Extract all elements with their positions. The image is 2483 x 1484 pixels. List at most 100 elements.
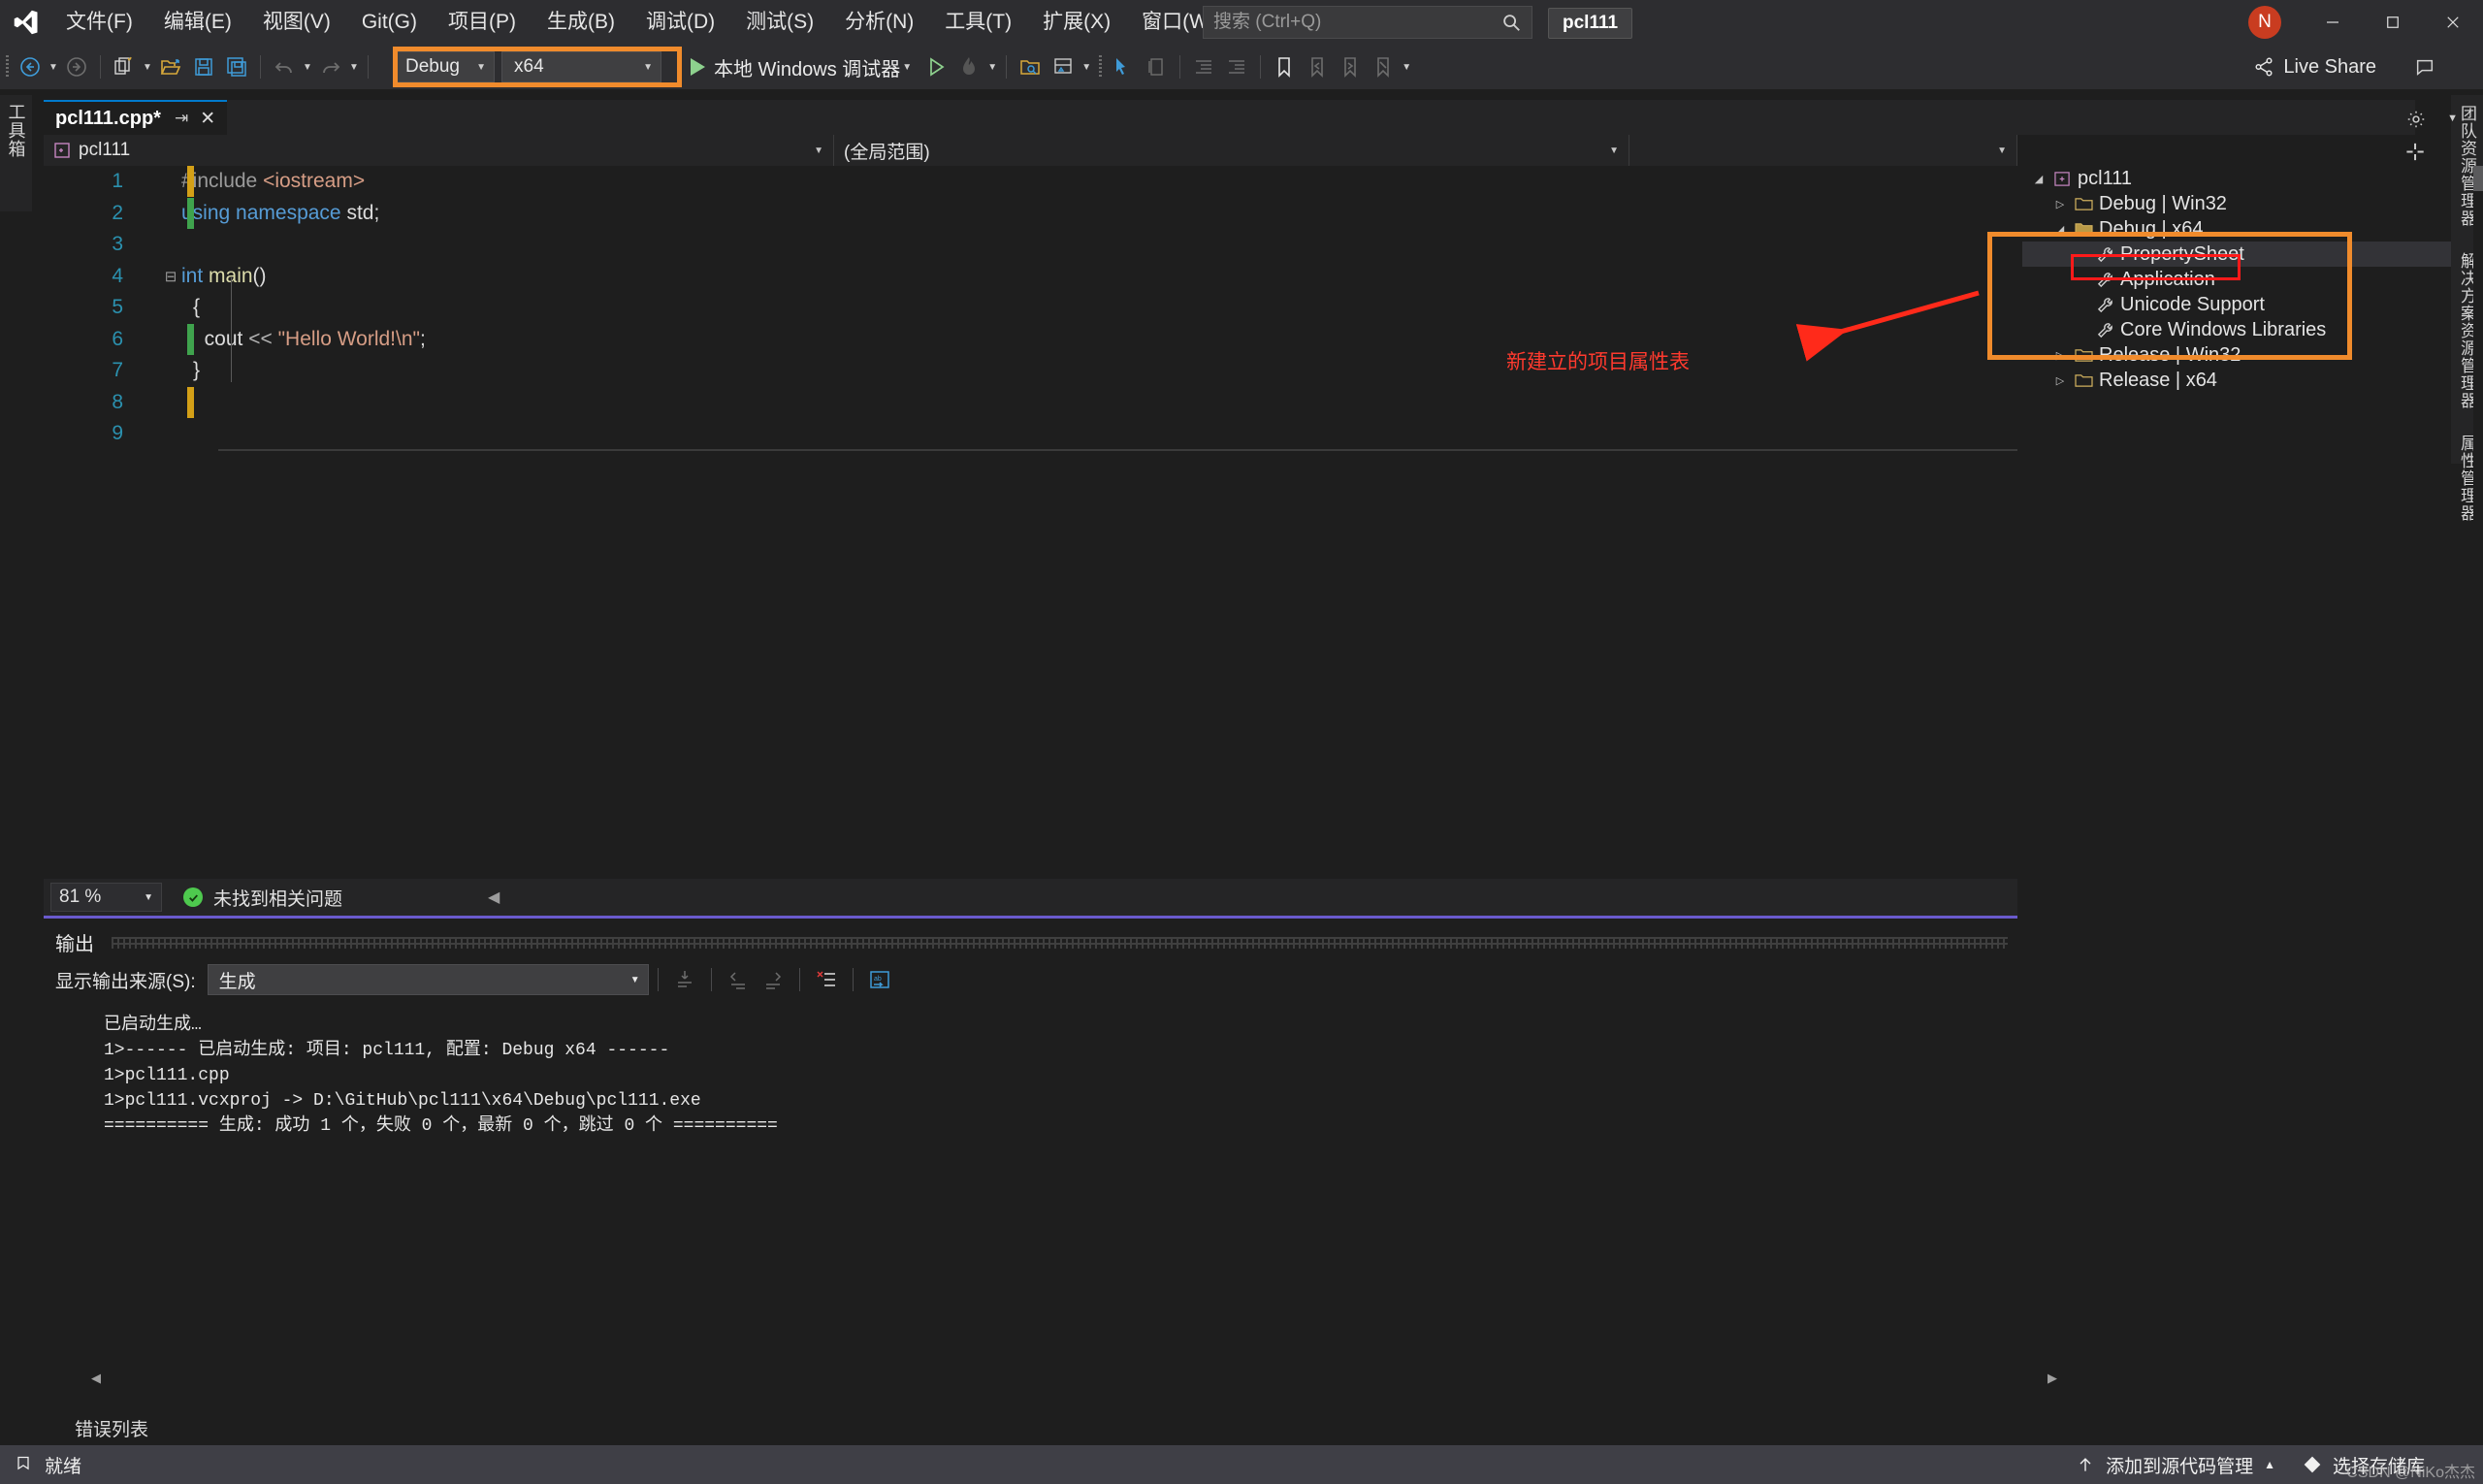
menu-item-git[interactable]: Git(G) [346,0,433,45]
split-editor-icon[interactable]: ⊹ [2405,138,2425,166]
zoom-level-combo[interactable]: 81 % ▼ [50,883,162,912]
save-all-icon[interactable] [220,45,253,89]
menu-item-edit[interactable]: 编辑(E) [148,0,247,45]
window-layout-icon[interactable] [1047,45,1080,89]
project-scope-combo[interactable]: pcl111 ▼ [44,135,834,166]
search-box[interactable] [1203,6,1532,39]
code-line[interactable]: 9 [44,418,2017,450]
window-layout-caret-icon[interactable]: ▼ [1080,45,1093,89]
new-project-caret-icon[interactable]: ▼ [141,45,154,89]
menu-item-build[interactable]: 生成(B) [532,0,630,45]
visual-studio-logo-icon [0,0,50,45]
clear-all-icon[interactable] [809,964,844,995]
menu-item-tools[interactable]: 工具(T) [929,0,1027,45]
code-line[interactable]: 2 using namespace std; [44,197,2017,230]
solution-platform-combo[interactable]: x64 ▼ [501,51,661,82]
member-scope-combo[interactable]: (全局范围) ▼ [834,135,1629,166]
tab-pcl111-cpp[interactable]: pcl111.cpp* ⇥ ✕ [44,100,228,135]
tree-item-propertysheet[interactable]: PropertySheet [2022,242,2451,267]
code-line[interactable]: 5{ [44,292,2017,324]
code-editor[interactable]: 1 #include <iostream> 2 using namespace std… [44,166,2017,879]
toolbar-grip[interactable] [1093,45,1107,89]
menu-item-file[interactable]: 文件(F) [50,0,148,45]
start-without-debugging-icon[interactable] [919,45,952,89]
chevron-up-icon[interactable]: ▲ [2264,1458,2275,1471]
tree-item-core-windows-libraries[interactable]: Core Windows Libraries [2022,317,2451,342]
toolbox-vertical-tab[interactable]: 工具箱 [0,95,32,211]
chevron-down-icon[interactable]: ▼ [476,62,486,73]
close-icon[interactable] [2423,0,2483,45]
navigate-back-caret-icon[interactable]: ▼ [47,45,60,89]
expanded-twisty-icon[interactable]: ◢ [2028,173,2049,185]
code-line[interactable]: 7} [44,355,2017,387]
scroll-right-icon[interactable]: ▶ [2044,1371,2061,1386]
output-source-combo[interactable]: 生成 ▼ [207,964,649,995]
code-line[interactable]: 6 cout << "Hello World!\n"; [44,323,2017,356]
pin-tab-icon[interactable]: ⇥ [175,109,188,128]
menu-item-extensions[interactable]: 扩展(X) [1027,0,1126,45]
code-line[interactable]: 4 ⊟ int main() [44,261,2017,293]
tree-item-debug-x64[interactable]: ◢ Debug | x64 [2022,216,2451,242]
code-line[interactable]: 3 [44,229,2017,261]
maximize-icon[interactable] [2363,0,2423,45]
menu-item-project[interactable]: 项目(P) [433,0,532,45]
chevron-down-icon[interactable]: ▼ [643,62,653,73]
tab-list-caret-icon[interactable]: ▼ [2447,113,2458,124]
menu-item-view[interactable]: 视图(V) [247,0,346,45]
menu-item-debug[interactable]: 调试(D) [630,0,730,45]
search-icon[interactable] [1500,12,1522,33]
start-debugging-button[interactable]: 本地 Windows 调试器 ▼ [685,45,919,89]
output-horizontal-scrollbar[interactable]: ◀ ▶ [87,1370,2061,1387]
minimize-icon[interactable] [2303,0,2363,45]
save-icon[interactable] [187,45,220,89]
property-manager-scrollbar[interactable] [2473,166,2483,879]
new-project-icon[interactable] [108,45,141,89]
feedback-icon[interactable] [2414,45,2444,89]
error-list-tab[interactable]: 错误列表 [44,1406,2017,1445]
tree-item-release-x64[interactable]: ▷ Release | x64 [2022,368,2451,393]
extra-scope-combo[interactable]: ▼ [1629,135,2017,166]
chevron-down-icon[interactable]: ▼ [1609,145,1619,156]
fold-toggle-icon[interactable]: ⊟ [160,268,181,285]
gear-icon[interactable] [2405,109,2427,135]
close-tab-icon[interactable]: ✕ [200,108,215,130]
toggle-wordwrap-icon[interactable]: ab [862,964,897,995]
code-line[interactable]: 8 [44,386,2017,419]
property-manager-tree[interactable]: ◢ pcl111 ▷ Debug | Win32 ◢ Debug | x64 Propert… [2022,166,2451,879]
search-input[interactable] [1213,12,1500,33]
toolbar-overflow-caret-icon[interactable]: ▼ [1400,45,1413,89]
select-folder-search-icon[interactable] [1014,45,1047,89]
open-file-icon[interactable] [154,45,187,89]
add-to-source-control-button[interactable]: 添加到源代码管理 ▲ [2062,1445,2289,1484]
tree-item-release-win32[interactable]: ▷ Release | Win32 [2022,342,2451,368]
project-chip[interactable]: pcl111 [1548,8,1633,39]
tree-item-application[interactable]: Application [2022,267,2451,292]
tree-item-unicode-support[interactable]: Unicode Support [2022,292,2451,317]
navigate-back-icon[interactable] [14,45,47,89]
collapsed-twisty-icon[interactable]: ▷ [2049,198,2071,210]
chevron-down-icon[interactable]: ▼ [144,892,153,903]
menu-item-test[interactable]: 测试(S) [730,0,829,45]
scroll-left-icon[interactable]: ◀ [87,1371,105,1386]
collapsed-twisty-icon[interactable]: ▷ [2049,349,2071,362]
output-text[interactable]: 已启动生成… 1>------ 已启动生成: 项目: pcl111, 配置: De… [44,1003,2017,1139]
toolbar-grip[interactable] [0,45,14,89]
account-avatar[interactable]: N [2248,6,2281,39]
expanded-twisty-icon[interactable]: ◢ [2049,223,2071,236]
pointer-select-icon[interactable] [1107,45,1140,89]
scrollbar-thumb[interactable] [2473,166,2483,191]
live-share-button[interactable]: Live Share [2253,45,2376,89]
menu-item-analyze[interactable]: 分析(N) [829,0,929,45]
chevron-down-icon[interactable]: ▼ [630,975,640,985]
start-debugging-caret-icon[interactable]: ▼ [900,45,914,89]
solution-configuration-combo[interactable]: Debug ▼ [393,51,495,82]
collapsed-twisty-icon[interactable]: ▷ [2049,374,2071,387]
tree-item-debug-win32[interactable]: ▷ Debug | Win32 [2022,191,2451,216]
panel-drag-handle[interactable] [112,936,2008,949]
chevron-down-icon[interactable]: ▼ [814,145,823,156]
code-line[interactable]: 1 #include <iostream> [44,166,2017,198]
tree-item-pcl111[interactable]: ◢ pcl111 [2022,166,2451,191]
previous-issue-icon[interactable]: ◀ [488,887,500,907]
chevron-down-icon[interactable]: ▼ [1997,145,2007,156]
toggle-bookmark-icon[interactable] [1268,45,1301,89]
